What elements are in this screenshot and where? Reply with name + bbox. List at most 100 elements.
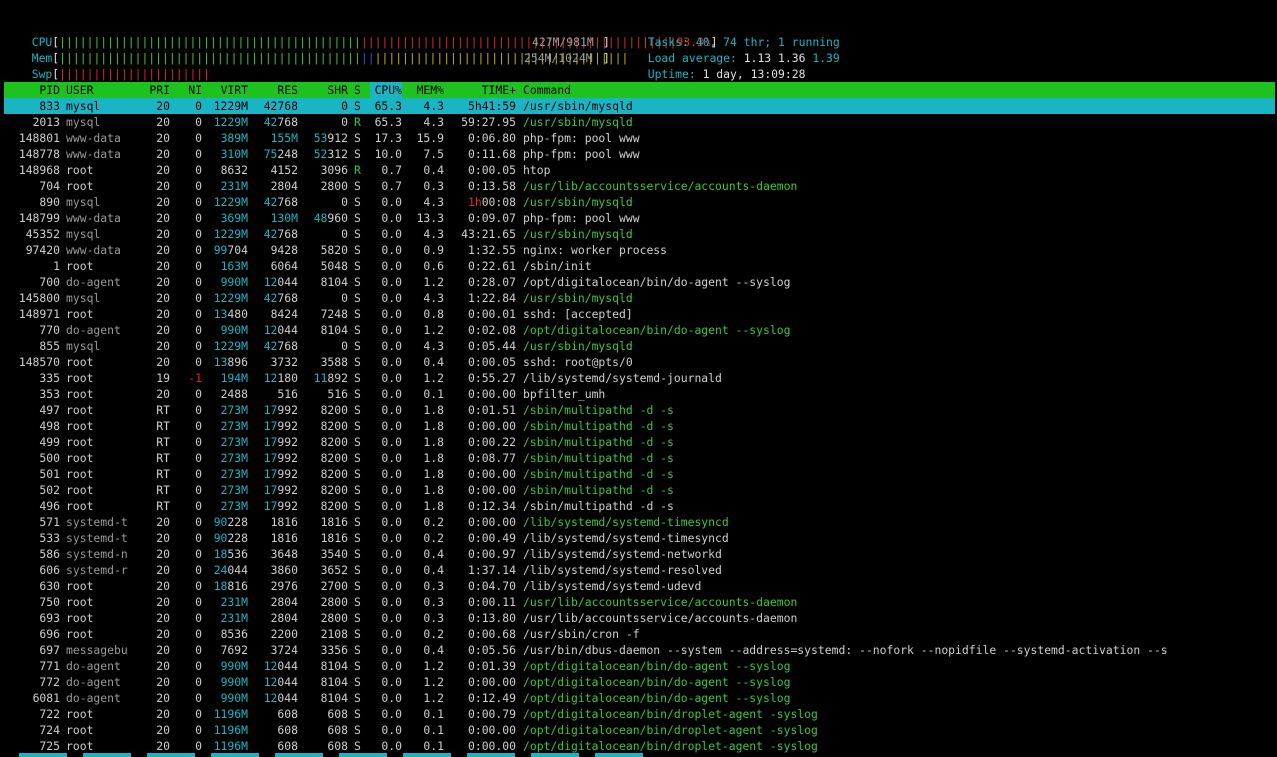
process-row[interactable]: 2013 mysql 20 0 1229M 42768 0 R 65.3 4.3 59:27.95/…	[4, 114, 1275, 130]
cell-cmd: /usr/lib/accountsservice/accounts-daemon	[523, 595, 798, 609]
cell-cmd: /lib/systemd/systemd-networkd	[523, 547, 722, 561]
cell-s: S	[354, 691, 361, 705]
cell-pri: RT	[156, 499, 170, 513]
col-cpu[interactable]: CPU%	[370, 82, 402, 98]
cell-shr: 11892	[313, 371, 348, 385]
process-row[interactable]: 97420 www-data 20 0 99704 9428 5820 S 0.0 0.9 1:32…	[4, 242, 1275, 258]
process-row[interactable]: 353 root 20 0 2488 516 516 S 0.0 0.1 0:00.00 bpfilt…	[4, 386, 1275, 402]
cell-shr: 48960	[313, 211, 348, 225]
process-row[interactable]: 724 root 20 0 1196M 608 608 S 0.0 0.1 0:00.00/opt/…	[4, 722, 1275, 738]
cell-user: mysql	[66, 115, 101, 129]
cell-cmd: /opt/digitalocean/bin/do-agent --syslog	[523, 275, 791, 289]
process-row[interactable]: 335 root 19 -1 194M 12180 11892 S 0.0 1.2 0:55.27 /…	[4, 370, 1275, 386]
col-mem[interactable]: MEM%	[408, 82, 444, 98]
cell-cpu: 0.0	[381, 675, 402, 689]
cell-user: systemd-t	[66, 531, 128, 545]
process-row[interactable]: 704 root 20 0 231M 2804 2800 S 0.7 0.3 0:13.58/usr…	[4, 178, 1275, 194]
cell-time: 0:00.01	[467, 307, 516, 321]
process-row[interactable]: 697 messagebu 20 0 7692 3724 3356 S 0.0 0.4 0:05.5…	[4, 642, 1275, 658]
process-row[interactable]: 1 root 20 0 163M 6064 5048 S 0.0 0.6 0:22.61/sbin/…	[4, 258, 1275, 274]
cell-user: root	[66, 259, 94, 273]
process-row[interactable]: 145800 mysql 20 0 1229M 42768 0 S 0.0 4.3 1:22.84/…	[4, 290, 1275, 306]
cell-user: root	[66, 163, 94, 177]
col-shr[interactable]: SHR	[300, 82, 348, 98]
process-row[interactable]: 586 systemd-n 20 0 18536 3648 3540 S 0.0 0.4 0:00.…	[4, 546, 1275, 562]
cell-cpu: 17.3	[374, 131, 402, 145]
process-row[interactable]: 148971 root 20 0 13480 8424 7248 S 0.0 0.8 0:00.01…	[4, 306, 1275, 322]
col-pid[interactable]: PID	[4, 82, 60, 98]
cell-ni: 0	[195, 163, 202, 177]
cell-ni: 0	[195, 707, 202, 721]
cell-cpu: 0.7	[381, 179, 402, 193]
process-row[interactable]: 501 root RT 0 273M 17992 8200 S 0.0 1.8 0:00.00/sb…	[4, 466, 1275, 482]
cell-time: 0:28.07	[467, 275, 516, 289]
cell-mem: 0.4	[423, 547, 444, 561]
cell-mem: 1.2	[423, 691, 444, 705]
cell-cpu: 0.0	[381, 499, 402, 513]
process-row[interactable]: 700 do-agent 20 0 990M 12044 8104 S 0.0 1.2 0:28.0…	[4, 274, 1275, 290]
load-average: Load average: 1.13 1.36 1.39	[634, 34, 840, 65]
cell-shr: 8200	[320, 483, 348, 497]
process-row[interactable]: 148778 www-data 20 0 310M 75248 52312 S 10.0 7.5 0…	[4, 146, 1275, 162]
cell-res: 12044	[263, 675, 298, 689]
cell-res: 17992	[263, 419, 298, 433]
process-row[interactable]: 571 systemd-t 20 0 90228 1816 1816 S 0.0 0.2 0:00.…	[4, 514, 1275, 530]
process-row[interactable]: 148799 www-data 20 0 369M 130M 48960 S 0.0 13.3 0:…	[4, 210, 1275, 226]
cell-virt: 24044	[213, 563, 248, 577]
process-row[interactable]: 499 root RT 0 273M 17992 8200 S 0.0 1.8 0:00.22/sb…	[4, 434, 1275, 450]
cell-time: 0:00.00	[467, 515, 516, 529]
process-row[interactable]: 833 mysql 20 0 1229M 42768 0 S 65.3 4.3 5h41:59/us…	[4, 98, 1275, 114]
process-row[interactable]: 696 root 20 0 8536 2200 2108 S 0.0 0.2 0:00.68/usr…	[4, 626, 1275, 642]
col-command[interactable]: Command	[523, 82, 1275, 98]
cell-shr: 0	[341, 339, 348, 353]
process-row[interactable]: 772 do-agent 20 0 990M 12044 8104 S 0.0 1.2 0:00.0…	[4, 674, 1275, 690]
uptime-label: Uptime:	[647, 67, 703, 81]
cell-cmd: /sbin/multipathd -d -s	[523, 499, 674, 513]
process-row[interactable]: 770 do-agent 20 0 990M 12044 8104 S 0.0 1.2 0:02.0…	[4, 322, 1275, 338]
cell-mem: 0.1	[423, 723, 444, 737]
process-row[interactable]: 606 systemd-r 20 0 24044 3860 3652 S 0.0 0.4 1:37.…	[4, 562, 1275, 578]
cell-virt: 273M	[220, 451, 248, 465]
process-row[interactable]: 693 root 20 0 231M 2804 2800 S 0.0 0.3 0:13.80/usr…	[4, 610, 1275, 626]
cell-pri: RT	[156, 403, 170, 417]
process-row[interactable]: 45352 mysql 20 0 1229M 42768 0 S 0.0 4.3 43:21.65/…	[4, 226, 1275, 242]
cell-res: 17992	[263, 435, 298, 449]
process-row[interactable]: 497 root RT 0 273M 17992 8200 S 0.0 1.8 0:01.51/sb…	[4, 402, 1275, 418]
cell-cpu: 0.0	[381, 419, 402, 433]
col-state[interactable]: S	[354, 82, 364, 98]
process-row[interactable]: 750 root 20 0 231M 2804 2800 S 0.0 0.3 0:00.11/usr…	[4, 594, 1275, 610]
col-user[interactable]: USER	[66, 82, 142, 98]
cell-virt: 1229M	[213, 291, 248, 305]
process-row[interactable]: 725 root 20 0 1196M 608 608 S 0.0 0.1 0:00.00/opt/…	[4, 738, 1275, 754]
process-row[interactable]: 722 root 20 0 1196M 608 608 S 0.0 0.1 0:00.79/opt/…	[4, 706, 1275, 722]
cell-s: S	[354, 483, 361, 497]
process-row[interactable]: 890 mysql 20 0 1229M 42768 0 S 0.0 4.3 1h00:08/usr…	[4, 194, 1275, 210]
process-row[interactable]: 533 systemd-t 20 0 90228 1816 1816 S 0.0 0.2 0:00.…	[4, 530, 1275, 546]
col-res[interactable]: RES	[252, 82, 298, 98]
process-row[interactable]: 500 root RT 0 273M 17992 8200 S 0.0 1.8 0:08.77/sb…	[4, 450, 1275, 466]
cell-res: 17992	[263, 499, 298, 513]
cell-virt: 90228	[213, 515, 248, 529]
col-time[interactable]: TIME+	[450, 82, 516, 98]
process-row[interactable]: 496 root RT 0 273M 17992 8200 S 0.0 1.8 0:12.34/sb…	[4, 498, 1275, 514]
cell-pri: 20	[156, 147, 170, 161]
cell-shr: 608	[327, 707, 348, 721]
process-row[interactable]: 148570 root 20 0 13896 3732 3588 S 0.0 0.4 0:00.05…	[4, 354, 1275, 370]
process-row[interactable]: 855 mysql 20 0 1229M 42768 0 S 0.0 4.3 0:05.44/usr…	[4, 338, 1275, 354]
process-row[interactable]: 148968 root 20 0 8632 4152 3096 R 0.7 0.4 0:00.05 h…	[4, 162, 1275, 178]
cell-virt: 990M	[220, 691, 248, 705]
process-row[interactable]: 148801 www-data 20 0 389M 155M 53912 S 17.3 15.9 0…	[4, 130, 1275, 146]
col-ni[interactable]: NI	[176, 82, 202, 98]
process-row[interactable]: 771 do-agent 20 0 990M 12044 8104 S 0.0 1.2 0:01.3…	[4, 658, 1275, 674]
col-virt[interactable]: VIRT	[204, 82, 248, 98]
cell-time: 0:00.97	[467, 547, 516, 561]
process-row[interactable]: 502 root RT 0 273M 17992 8200 S 0.0 1.8 0:00.00/sb…	[4, 482, 1275, 498]
process-row[interactable]: 498 root RT 0 273M 17992 8200 S 0.0 1.8 0:00.00/sb…	[4, 418, 1275, 434]
cell-virt: 273M	[220, 419, 248, 433]
cell-mem: 4.3	[423, 115, 444, 129]
col-pri[interactable]: PRI	[142, 82, 170, 98]
process-row[interactable]: 6081 do-agent 20 0 990M 12044 8104 S 0.0 1.2 0:12.…	[4, 690, 1275, 706]
process-row[interactable]: 630 root 20 0 18816 2976 2700 S 0.0 0.3 0:04.70/li…	[4, 578, 1275, 594]
cell-shr: 8200	[320, 451, 348, 465]
cell-time: 59:27.95	[461, 115, 516, 129]
